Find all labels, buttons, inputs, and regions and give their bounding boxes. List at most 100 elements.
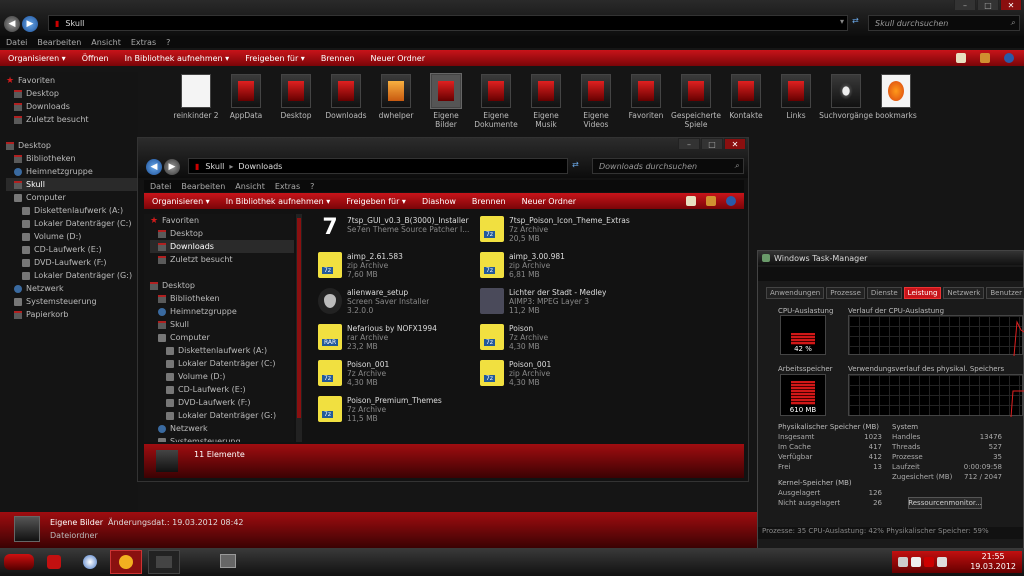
network-icon[interactable] — [911, 557, 921, 567]
forward-button[interactable]: ▶ — [22, 16, 38, 32]
folder-tile-eigene-musik[interactable]: Eigene Musik — [522, 74, 570, 129]
main-nav-zuletzt-besucht[interactable]: Zuletzt besucht — [6, 113, 138, 126]
forward-button[interactable]: ▶ — [164, 159, 180, 175]
new-folder-button[interactable]: Neuer Ordner — [522, 197, 577, 206]
file-item-aimp-3-00-981[interactable]: 7z aimp_3.00.981 zip Archive 6,81 MB — [480, 252, 640, 279]
menu-help[interactable]: ? — [310, 182, 314, 191]
downloads-search-input[interactable]: Downloads durchsuchen ⌕ — [592, 158, 744, 174]
downloads-nav-cd-laufwerk-e[interactable]: CD-Laufwerk (E:) — [150, 383, 294, 396]
menu-help[interactable]: ? — [166, 38, 170, 47]
taskbar-pin-thunderbird[interactable] — [80, 552, 100, 572]
folder-tile-reinkinder-2[interactable]: reinkinder 2 — [172, 74, 220, 120]
slideshow-button[interactable]: Diashow — [422, 197, 456, 206]
maximize-button[interactable]: □ — [977, 0, 999, 11]
close-button[interactable]: ✕ — [724, 138, 746, 150]
folder-tile-desktop[interactable]: Desktop — [272, 74, 320, 120]
tab-leistung[interactable]: Leistung — [903, 287, 942, 299]
address-segment-downloads[interactable]: Downloads — [238, 162, 282, 171]
burn-button[interactable]: Brennen — [472, 197, 506, 206]
file-item-poison-001[interactable]: 7z Poison_001 zip Archive 4,30 MB — [480, 360, 640, 387]
organize-button[interactable]: Organisieren ▾ — [152, 197, 210, 206]
menu-view[interactable]: Ansicht — [91, 38, 121, 47]
downloads-nav-skull[interactable]: Skull — [150, 318, 294, 331]
main-nav-lokaler-datentr-ger-c[interactable]: Lokaler Datenträger (C:) — [6, 217, 138, 230]
file-item-alienware-setup[interactable]: alienware_setup Screen Saver Installer 3.2… — [318, 288, 478, 315]
view-options-icon[interactable] — [956, 53, 966, 63]
nav-scrollbar[interactable] — [296, 214, 302, 442]
main-nav-dvd-laufwerk-f[interactable]: DVD-Laufwerk (F:) — [6, 256, 138, 269]
downloads-address-bar[interactable]: ▮ Skull ▸ Downloads — [188, 158, 568, 174]
folder-tile-appdata[interactable]: AppData — [222, 74, 270, 120]
close-button[interactable]: ✕ — [1000, 0, 1022, 11]
downloads-nav-favoriten[interactable]: ★ Favoriten — [150, 214, 294, 227]
folder-tile-kontakte[interactable]: Kontakte — [722, 74, 770, 120]
back-button[interactable]: ◀ — [4, 16, 20, 32]
flag-icon[interactable] — [898, 557, 908, 567]
folder-tile-suchvorg-nge[interactable]: Suchvorgänge — [819, 74, 873, 120]
main-nav-cd-laufwerk-e[interactable]: CD-Laufwerk (E:) — [6, 243, 138, 256]
folder-tile-favoriten[interactable]: Favoriten — [622, 74, 670, 120]
menu-tools[interactable]: Extras — [275, 182, 300, 191]
back-button[interactable]: ◀ — [146, 159, 162, 175]
menu-file[interactable]: Datei — [6, 38, 27, 47]
help-icon[interactable] — [726, 196, 736, 206]
open-button[interactable]: Öffnen — [82, 54, 109, 63]
downloads-nav-diskettenlaufwerk-a[interactable]: Diskettenlaufwerk (A:) — [150, 344, 294, 357]
downloads-nav-lokaler-datentr-ger-c[interactable]: Lokaler Datenträger (C:) — [150, 357, 294, 370]
preview-pane-icon[interactable] — [980, 53, 990, 63]
taskbar-pin-aimp[interactable] — [110, 550, 142, 574]
folder-tile-bookmarks[interactable]: bookmarks — [872, 74, 920, 120]
main-nav-desktop[interactable]: Desktop — [6, 139, 138, 152]
minimize-button[interactable]: – — [954, 0, 976, 11]
main-nav-diskettenlaufwerk-a[interactable]: Diskettenlaufwerk (A:) — [6, 204, 138, 217]
downloads-nav-computer[interactable]: Computer — [150, 331, 294, 344]
tab-anwendungen[interactable]: Anwendungen — [766, 287, 825, 299]
minimize-button[interactable]: – — [678, 138, 700, 150]
downloads-nav-zuletzt-besucht[interactable]: Zuletzt besucht — [150, 253, 294, 266]
refresh-icon[interactable]: ⇄ — [572, 160, 579, 169]
folder-tile-gespeicherte-spiele[interactable]: Gespeicherte Spiele — [671, 74, 721, 129]
help-icon[interactable] — [1004, 53, 1014, 63]
menu-edit[interactable]: Bearbeiten — [37, 38, 81, 47]
search-icon[interactable]: ⌕ — [1011, 18, 1015, 28]
share-button[interactable]: Freigeben für ▾ — [245, 54, 305, 63]
main-nav-favoriten[interactable]: ★ Favoriten — [6, 74, 138, 87]
menu-view[interactable]: Ansicht — [235, 182, 265, 191]
main-nav-volume-d[interactable]: Volume (D:) — [6, 230, 138, 243]
main-nav-papierkorb[interactable]: Papierkorb — [6, 308, 138, 321]
downloads-nav-desktop[interactable]: Desktop — [150, 227, 294, 240]
menu-file[interactable]: Datei — [150, 182, 171, 191]
taskbar-task-manager[interactable] — [212, 550, 244, 574]
downloads-nav-heimnetzgruppe[interactable]: Heimnetzgruppe — [150, 305, 294, 318]
downloads-nav-bibliotheken[interactable]: Bibliotheken — [150, 292, 294, 305]
file-item-lichter-der-stadt-medley[interactable]: Lichter der Stadt - Medley AIMP3: MPEG La… — [480, 288, 640, 315]
main-nav-downloads[interactable]: Downloads — [6, 100, 138, 113]
main-nav-lokaler-datentr-ger-g[interactable]: Lokaler Datenträger (G:) — [6, 269, 138, 282]
tab-netzwerk[interactable]: Netzwerk — [943, 287, 985, 299]
nav-scrollbar-thumb[interactable] — [297, 218, 301, 418]
file-item-7tsp-gui-v0-3-b-3000-installer[interactable]: 7 7tsp_GUI_v0.3_B(3000)_Installer Se7en Th… — [318, 216, 478, 242]
refresh-icon[interactable]: ⇄ — [852, 16, 859, 25]
file-item-nefarious-by-nofx1994[interactable]: RAR Nefarious by NOFX1994 rar Archive 23,2 … — [318, 324, 478, 351]
menu-tools[interactable]: Extras — [131, 38, 156, 47]
taskbar-explorer[interactable] — [148, 550, 180, 574]
resource-monitor-button[interactable]: Ressourcenmonitor... — [908, 497, 982, 509]
maximize-button[interactable]: □ — [701, 138, 723, 150]
folder-tile-eigene-videos[interactable]: Eigene Videos — [572, 74, 620, 129]
new-folder-button[interactable]: Neuer Ordner — [370, 54, 425, 63]
menu-edit[interactable]: Bearbeiten — [181, 182, 225, 191]
folder-tile-links[interactable]: Links — [772, 74, 820, 120]
downloads-nav-volume-d[interactable]: Volume (D:) — [150, 370, 294, 383]
file-item-poison[interactable]: 7z Poison 7z Archive 4,30 MB — [480, 324, 640, 351]
main-nav-desktop[interactable]: Desktop — [6, 87, 138, 100]
main-nav-systemsteuerung[interactable]: Systemsteuerung — [6, 295, 138, 308]
folder-tile-eigene-dokumente[interactable]: Eigene Dokumente — [472, 74, 520, 129]
main-nav-bibliotheken[interactable]: Bibliotheken — [6, 152, 138, 165]
folder-tile-dwhelper[interactable]: dwhelper — [372, 74, 420, 120]
antivirus-icon[interactable] — [924, 557, 934, 567]
clock[interactable]: 21:55 19.03.2012 — [970, 552, 1016, 572]
search-icon[interactable]: ⌕ — [735, 161, 739, 171]
dropdown-icon[interactable]: ▾ — [840, 17, 844, 26]
file-item-aimp-2-61-583[interactable]: 7z aimp_2.61.583 zip Archive 7,60 MB — [318, 252, 478, 279]
main-nav-skull[interactable]: Skull — [6, 178, 138, 191]
